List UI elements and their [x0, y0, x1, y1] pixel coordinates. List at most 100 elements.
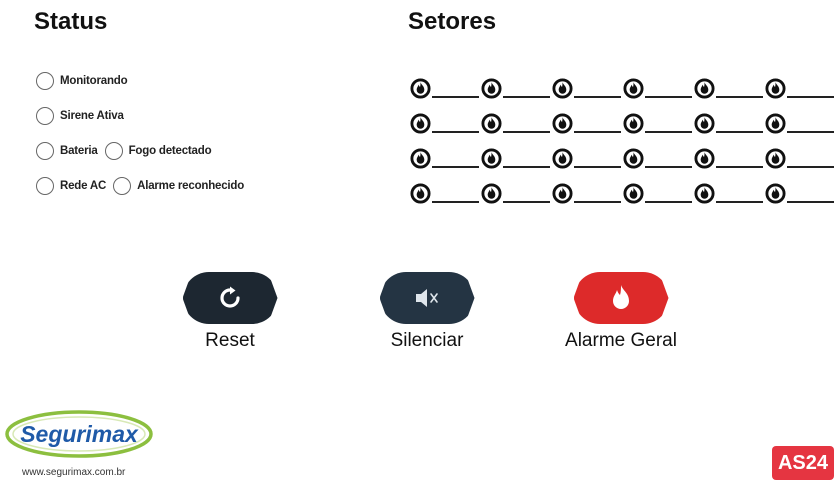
status-label: Rede AC	[60, 180, 107, 192]
sector-line	[716, 165, 763, 168]
sector-line	[432, 130, 479, 133]
flame-icon	[694, 147, 715, 169]
sector-indicator	[481, 77, 552, 99]
status-bateria: Bateria	[36, 142, 98, 160]
sector-line	[432, 200, 479, 203]
logo-text: Segurimax	[20, 421, 139, 447]
flame-icon	[613, 285, 629, 309]
flame-icon	[765, 147, 786, 169]
status-led	[36, 142, 54, 160]
reset-label: Reset	[205, 330, 255, 351]
flame-icon	[481, 147, 502, 169]
sector-line	[503, 200, 550, 203]
sector-row	[410, 175, 836, 210]
sector-indicator	[765, 182, 836, 204]
sector-indicator	[552, 77, 623, 99]
status-row: Monitorando	[36, 72, 128, 90]
sector-row	[410, 105, 836, 140]
sector-indicator	[552, 182, 623, 204]
status-led	[113, 177, 132, 195]
status-led	[36, 177, 54, 195]
sector-indicator	[694, 182, 765, 204]
general-alarm-button[interactable]	[573, 272, 669, 324]
sector-line	[645, 130, 692, 133]
status-label: Fogo detectado	[128, 145, 212, 157]
flame-icon	[623, 112, 644, 134]
status-heading: Status	[34, 8, 108, 35]
refresh-icon	[220, 286, 240, 308]
status-label: Alarme reconhecido	[137, 180, 245, 192]
sector-line	[574, 130, 621, 133]
sector-indicator	[694, 147, 765, 169]
sector-indicator	[765, 112, 836, 134]
sector-indicator	[765, 147, 836, 169]
flame-icon	[552, 182, 573, 204]
flame-icon	[552, 147, 573, 169]
sector-indicator	[410, 147, 481, 169]
status-led	[36, 72, 54, 90]
flame-icon	[481, 182, 502, 204]
sector-line	[787, 130, 834, 133]
flame-icon	[694, 112, 715, 134]
status-fogo-detectado: Fogo detectado	[104, 142, 212, 160]
sector-indicator	[410, 77, 481, 99]
silence-action: Silenciar	[367, 272, 487, 352]
sector-line	[503, 165, 550, 168]
flame-icon	[765, 112, 786, 134]
flame-icon	[481, 77, 502, 99]
sector-line	[432, 165, 479, 168]
sector-indicator	[623, 77, 694, 99]
reset-button[interactable]	[182, 272, 278, 324]
sector-indicator	[694, 77, 765, 99]
sector-line	[503, 95, 550, 98]
sector-indicator	[623, 147, 694, 169]
flame-icon	[481, 112, 502, 134]
status-row: Rede AC Alarme reconhecido	[36, 177, 244, 195]
flame-icon	[552, 112, 573, 134]
sectors-heading: Setores	[408, 8, 497, 35]
general-alarm-action: Alarme Geral	[561, 272, 681, 352]
sector-indicator	[694, 112, 765, 134]
sector-indicator	[552, 147, 623, 169]
sector-line	[787, 95, 834, 98]
flame-icon	[694, 77, 715, 99]
sector-line	[645, 95, 692, 98]
flame-icon	[410, 147, 431, 169]
status-row: Bateria Fogo detectado	[36, 142, 212, 160]
sector-line	[574, 200, 621, 203]
flame-icon	[552, 77, 573, 99]
sector-indicator	[481, 182, 552, 204]
flame-icon	[410, 77, 431, 99]
status-alarme-reconhecido: Alarme reconhecido	[113, 177, 244, 195]
sector-grid	[410, 70, 836, 210]
sector-indicator	[623, 182, 694, 204]
silence-button[interactable]	[379, 272, 475, 324]
sector-line	[787, 200, 834, 203]
reset-action: Reset	[170, 272, 290, 352]
sector-line	[787, 165, 834, 168]
status-label: Bateria	[60, 145, 98, 157]
status-rede-ac: Rede AC	[36, 177, 106, 195]
status-monitorando: Monitorando	[36, 72, 128, 90]
status-label: Sirene Ativa	[60, 110, 124, 122]
flame-icon	[765, 182, 786, 204]
status-led	[104, 142, 123, 160]
sector-indicator	[552, 112, 623, 134]
model-badge: AS24	[772, 446, 834, 480]
status-label: Monitorando	[60, 75, 128, 87]
brand-url: www.segurimax.com.br	[22, 467, 126, 478]
sector-line	[645, 165, 692, 168]
sector-line	[432, 95, 479, 98]
sector-indicator	[765, 77, 836, 99]
sector-line	[574, 95, 621, 98]
sector-line	[716, 200, 763, 203]
status-sirene-ativa: Sirene Ativa	[36, 107, 124, 125]
flame-icon	[410, 112, 431, 134]
status-led	[36, 107, 54, 125]
status-row: Sirene Ativa	[36, 107, 124, 125]
sector-indicator	[623, 112, 694, 134]
sector-line	[716, 130, 763, 133]
flame-icon	[410, 182, 431, 204]
segurimax-logo: Segurimax	[5, 410, 153, 458]
flame-icon	[694, 182, 715, 204]
